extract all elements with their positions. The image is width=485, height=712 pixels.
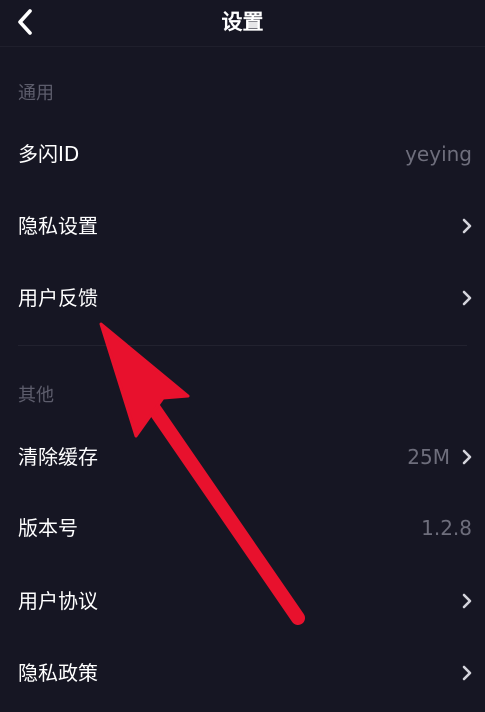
settings-row-privacy-settings[interactable]: 隐私设置 xyxy=(0,196,485,256)
row-label: 版本号 xyxy=(18,516,78,540)
section-header-other: 其他 xyxy=(18,385,54,406)
row-label: 多闪ID xyxy=(18,142,80,166)
row-label: 清除缓存 xyxy=(18,445,98,469)
row-label: 隐私设置 xyxy=(18,214,98,238)
settings-row-privacy-policy[interactable]: 隐私政策 xyxy=(0,643,485,703)
chevron-right-icon xyxy=(462,449,472,465)
settings-row-user-agreement[interactable]: 用户协议 xyxy=(0,571,485,631)
cache-size-value: 25M xyxy=(407,445,450,469)
settings-row-clear-cache[interactable]: 清除缓存 25M xyxy=(0,427,485,487)
chevron-right-icon xyxy=(462,218,472,234)
row-label: 用户协议 xyxy=(18,589,98,613)
section-divider xyxy=(18,345,467,346)
settings-screen: 设置 通用 多闪ID yeying 隐私设置 用户反馈 其他 清除缓存 25M … xyxy=(0,0,485,712)
chevron-right-icon xyxy=(462,290,472,306)
row-value-id: yeying xyxy=(405,142,472,166)
settings-row-duoshan-id[interactable]: 多闪ID yeying xyxy=(0,124,485,184)
navigation-bar: 设置 xyxy=(0,0,485,47)
chevron-right-icon xyxy=(462,593,472,609)
version-value: 1.2.8 xyxy=(421,516,472,540)
section-header-general: 通用 xyxy=(18,83,54,104)
row-label: 隐私政策 xyxy=(18,661,98,685)
page-title: 设置 xyxy=(221,10,264,34)
settings-row-version: 版本号 1.2.8 xyxy=(0,498,485,558)
row-label: 用户反馈 xyxy=(18,286,98,310)
chevron-right-icon xyxy=(462,665,472,681)
settings-row-user-feedback[interactable]: 用户反馈 xyxy=(0,268,485,328)
